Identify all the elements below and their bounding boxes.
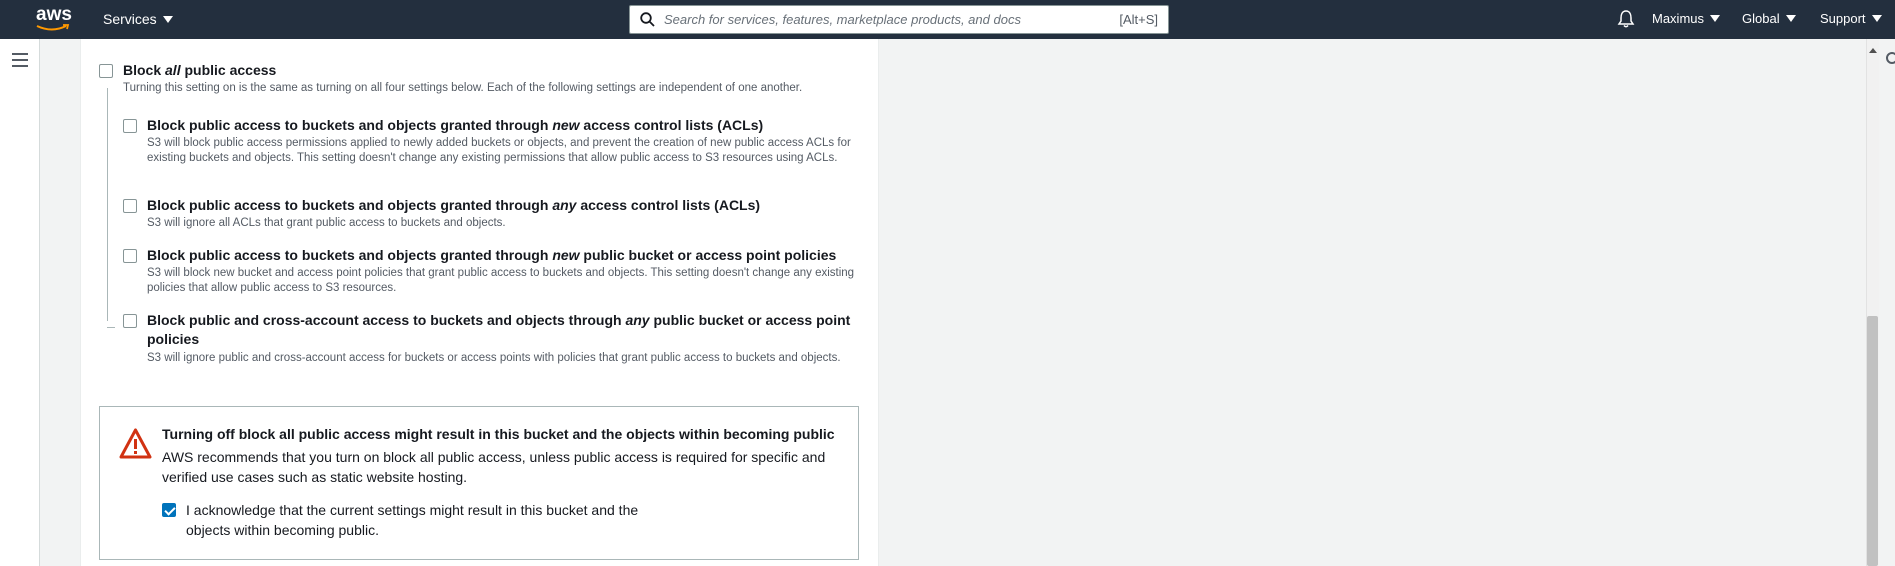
- warning-icon: [119, 428, 152, 465]
- bell-icon[interactable]: [1617, 9, 1635, 34]
- acknowledge-label[interactable]: I acknowledge that the current settings …: [186, 500, 676, 540]
- left-rail: [0, 39, 40, 566]
- user-menu[interactable]: Maximus: [1652, 11, 1721, 26]
- chevron-down-icon: [1710, 15, 1721, 22]
- region-label: Global: [1742, 11, 1780, 26]
- scroll-up-arrow[interactable]: [1869, 48, 1877, 53]
- block-new-acls-description: S3 will block public access permissions …: [147, 137, 851, 164]
- search-shortcut: [Alt+S]: [1119, 12, 1158, 27]
- services-menu[interactable]: Services: [103, 11, 173, 27]
- aws-logo-text: aws: [36, 4, 72, 25]
- block-new-acls-title: Block public access to buckets and objec…: [147, 117, 764, 133]
- block-any-policies-title: Block public and cross-account access to…: [147, 312, 851, 347]
- block-any-acls-description: S3 will ignore all ACLs that grant publi…: [147, 217, 506, 229]
- block-new-policies-description: S3 will block new bucket and access poin…: [147, 267, 855, 294]
- block-all-public-access-checkbox[interactable]: [99, 64, 113, 78]
- user-label: Maximus: [1652, 11, 1705, 26]
- menu-icon[interactable]: [12, 53, 28, 67]
- support-menu[interactable]: Support: [1820, 11, 1882, 26]
- aws-logo[interactable]: aws: [34, 4, 74, 34]
- top-navigation: aws Services [Alt+S] Maximus Global: [0, 0, 1895, 39]
- block-any-policies-description: S3 will ignore public and cross-account …: [147, 352, 841, 364]
- search-icon: [630, 6, 664, 33]
- services-label: Services: [103, 11, 157, 27]
- tree-connector-end: [107, 327, 115, 328]
- block-new-acls-checkbox[interactable]: [123, 119, 137, 133]
- warning-body: AWS recommends that you turn on block al…: [162, 449, 826, 485]
- scrollbar-thumb[interactable]: [1867, 316, 1878, 566]
- chevron-down-icon: [162, 15, 173, 23]
- chevron-down-icon: [1785, 15, 1796, 22]
- region-menu[interactable]: Global: [1742, 11, 1796, 26]
- support-label: Support: [1820, 11, 1866, 26]
- search-bar[interactable]: [Alt+S]: [629, 5, 1169, 34]
- search-input[interactable]: [664, 7, 1120, 32]
- block-any-acls-checkbox[interactable]: [123, 199, 137, 213]
- tree-connector: [107, 88, 108, 321]
- block-all-description: Turning this setting on is the same as t…: [123, 82, 803, 94]
- settings-edge-icon[interactable]: [1886, 52, 1895, 64]
- block-new-policies-checkbox[interactable]: [123, 249, 137, 263]
- block-any-acls-title: Block public access to buckets and objec…: [147, 197, 761, 213]
- block-new-policies-title: Block public access to buckets and objec…: [147, 247, 837, 263]
- public-access-warning: Turning off block all public access migh…: [99, 406, 859, 560]
- block-all-title: Block all public access: [123, 62, 277, 78]
- warning-title: Turning off block all public access migh…: [162, 426, 835, 442]
- block-any-policies-checkbox[interactable]: [123, 314, 137, 328]
- chevron-down-icon: [1871, 15, 1882, 22]
- acknowledge-checkbox[interactable]: [162, 503, 176, 517]
- smile-icon: [36, 24, 70, 31]
